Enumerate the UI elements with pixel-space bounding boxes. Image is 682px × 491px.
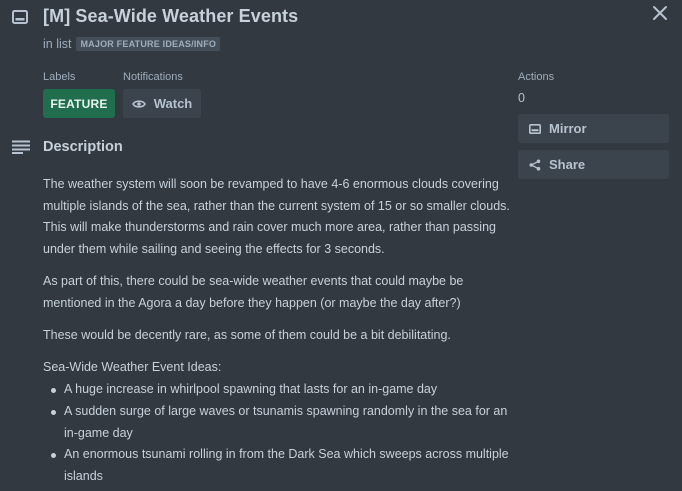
description-lines-icon <box>12 140 30 154</box>
watch-label: Watch <box>153 96 193 111</box>
ideas-list: A huge increase in whirlpool spawning th… <box>43 379 513 488</box>
list-name-badge[interactable]: MAJOR FEATURE IDEAS/INFO <box>76 37 221 51</box>
mirror-button[interactable]: Mirror <box>518 114 669 143</box>
share-button[interactable]: Share <box>518 150 669 179</box>
notifications-heading: Notifications <box>123 71 183 83</box>
card-icon <box>12 10 28 24</box>
actions-heading: Actions <box>518 71 555 83</box>
description-paragraph: As part of this, there could be sea-wide… <box>43 274 464 311</box>
eye-icon <box>131 99 146 108</box>
list-item: A sudden surge of large waves or tsunami… <box>43 401 513 444</box>
list-item: A huge increase in whirlpool spawning th… <box>43 379 513 401</box>
description-body[interactable]: The weather system will soon be revamped… <box>43 174 513 488</box>
share-icon <box>529 159 541 170</box>
mirror-icon <box>529 123 541 134</box>
list-item: An enormous tsunami rolling in from the … <box>43 444 513 487</box>
actions-count: 0 <box>518 91 525 105</box>
description-heading: Description <box>43 139 123 155</box>
share-label: Share <box>549 157 586 172</box>
list-location: in list MAJOR FEATURE IDEAS/INFO <box>43 37 221 51</box>
ideas-heading: Sea-Wide Weather Event Ideas: <box>43 360 222 375</box>
description-paragraph: These would be decently rare, as some of… <box>43 328 451 343</box>
labels-heading: Labels <box>43 71 76 83</box>
card-detail-dialog: [M] Sea-Wide Weather Events in list MAJO… <box>0 0 682 491</box>
watch-button[interactable]: Watch <box>123 89 201 118</box>
label-feature[interactable]: FEATURE <box>43 89 115 118</box>
mirror-label: Mirror <box>549 121 587 136</box>
close-icon[interactable] <box>651 4 669 22</box>
description-paragraph: The weather system will soon be revamped… <box>43 177 510 257</box>
card-title[interactable]: [M] Sea-Wide Weather Events <box>43 6 298 27</box>
in-list-prefix: in list <box>43 37 72 51</box>
